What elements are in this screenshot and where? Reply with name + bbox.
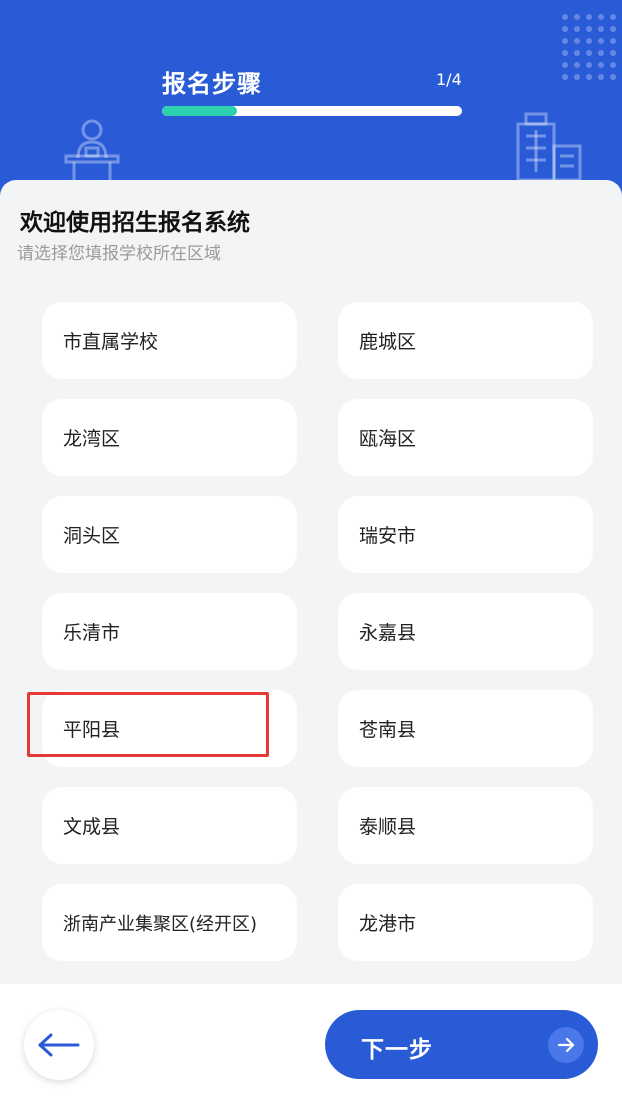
dot-decoration — [598, 74, 604, 80]
progress-bar-fill — [162, 106, 237, 116]
step-indicator: 1/4 — [436, 70, 462, 89]
dot-decoration — [574, 50, 580, 56]
dot-decoration — [586, 74, 592, 80]
dot-decoration — [562, 62, 568, 68]
dot-decoration — [610, 74, 616, 80]
region-option[interactable]: 龙港市 — [338, 884, 593, 961]
dot-pattern-decoration — [562, 14, 622, 94]
region-option[interactable]: 浙南产业集聚区(经开区) — [42, 884, 297, 961]
dot-decoration — [586, 38, 592, 44]
region-option[interactable]: 苍南县 — [338, 690, 593, 767]
dot-decoration — [598, 62, 604, 68]
page-subtitle: 请选择您填报学校所在区域 — [17, 244, 221, 264]
region-option[interactable]: 洞头区 — [42, 496, 297, 573]
region-option[interactable]: 乐清市 — [42, 593, 297, 670]
region-option[interactable]: 文成县 — [42, 787, 297, 864]
dot-decoration — [574, 26, 580, 32]
student-desk-icon — [64, 119, 120, 186]
dot-decoration — [562, 74, 568, 80]
dot-decoration — [610, 14, 616, 20]
back-button[interactable] — [24, 1010, 94, 1080]
dot-decoration — [598, 14, 604, 20]
region-option[interactable]: 龙湾区 — [42, 399, 297, 476]
region-option[interactable]: 永嘉县 — [338, 593, 593, 670]
progress-bar — [162, 106, 462, 116]
region-option[interactable]: 瓯海区 — [338, 399, 593, 476]
dot-decoration — [562, 14, 568, 20]
page-title: 欢迎使用招生报名系统 — [20, 210, 250, 236]
dot-decoration — [562, 50, 568, 56]
dot-decoration — [610, 62, 616, 68]
region-option[interactable]: 市直属学校 — [42, 302, 297, 379]
dot-decoration — [574, 14, 580, 20]
dot-decoration — [574, 74, 580, 80]
selection-highlight-box — [27, 692, 269, 757]
dot-decoration — [586, 62, 592, 68]
region-option[interactable]: 瑞安市 — [338, 496, 593, 573]
next-step-button[interactable]: 下一步 — [325, 1010, 598, 1079]
region-option[interactable]: 泰顺县 — [338, 787, 593, 864]
arrow-left-icon — [38, 1033, 80, 1057]
dot-decoration — [598, 38, 604, 44]
dot-decoration — [598, 26, 604, 32]
next-step-label: 下一步 — [361, 1037, 433, 1063]
dot-decoration — [610, 50, 616, 56]
dot-decoration — [610, 26, 616, 32]
header-banner: 报名步骤 1/4 — [0, 0, 622, 210]
dot-decoration — [586, 26, 592, 32]
dot-decoration — [586, 14, 592, 20]
dot-decoration — [598, 50, 604, 56]
arrow-right-icon — [548, 1027, 584, 1063]
building-icon — [516, 112, 582, 180]
dot-decoration — [586, 50, 592, 56]
step-title: 报名步骤 — [162, 70, 262, 98]
region-option[interactable]: 鹿城区 — [338, 302, 593, 379]
dot-decoration — [562, 26, 568, 32]
dot-decoration — [574, 62, 580, 68]
dot-decoration — [574, 38, 580, 44]
dot-decoration — [610, 38, 616, 44]
dot-decoration — [562, 38, 568, 44]
